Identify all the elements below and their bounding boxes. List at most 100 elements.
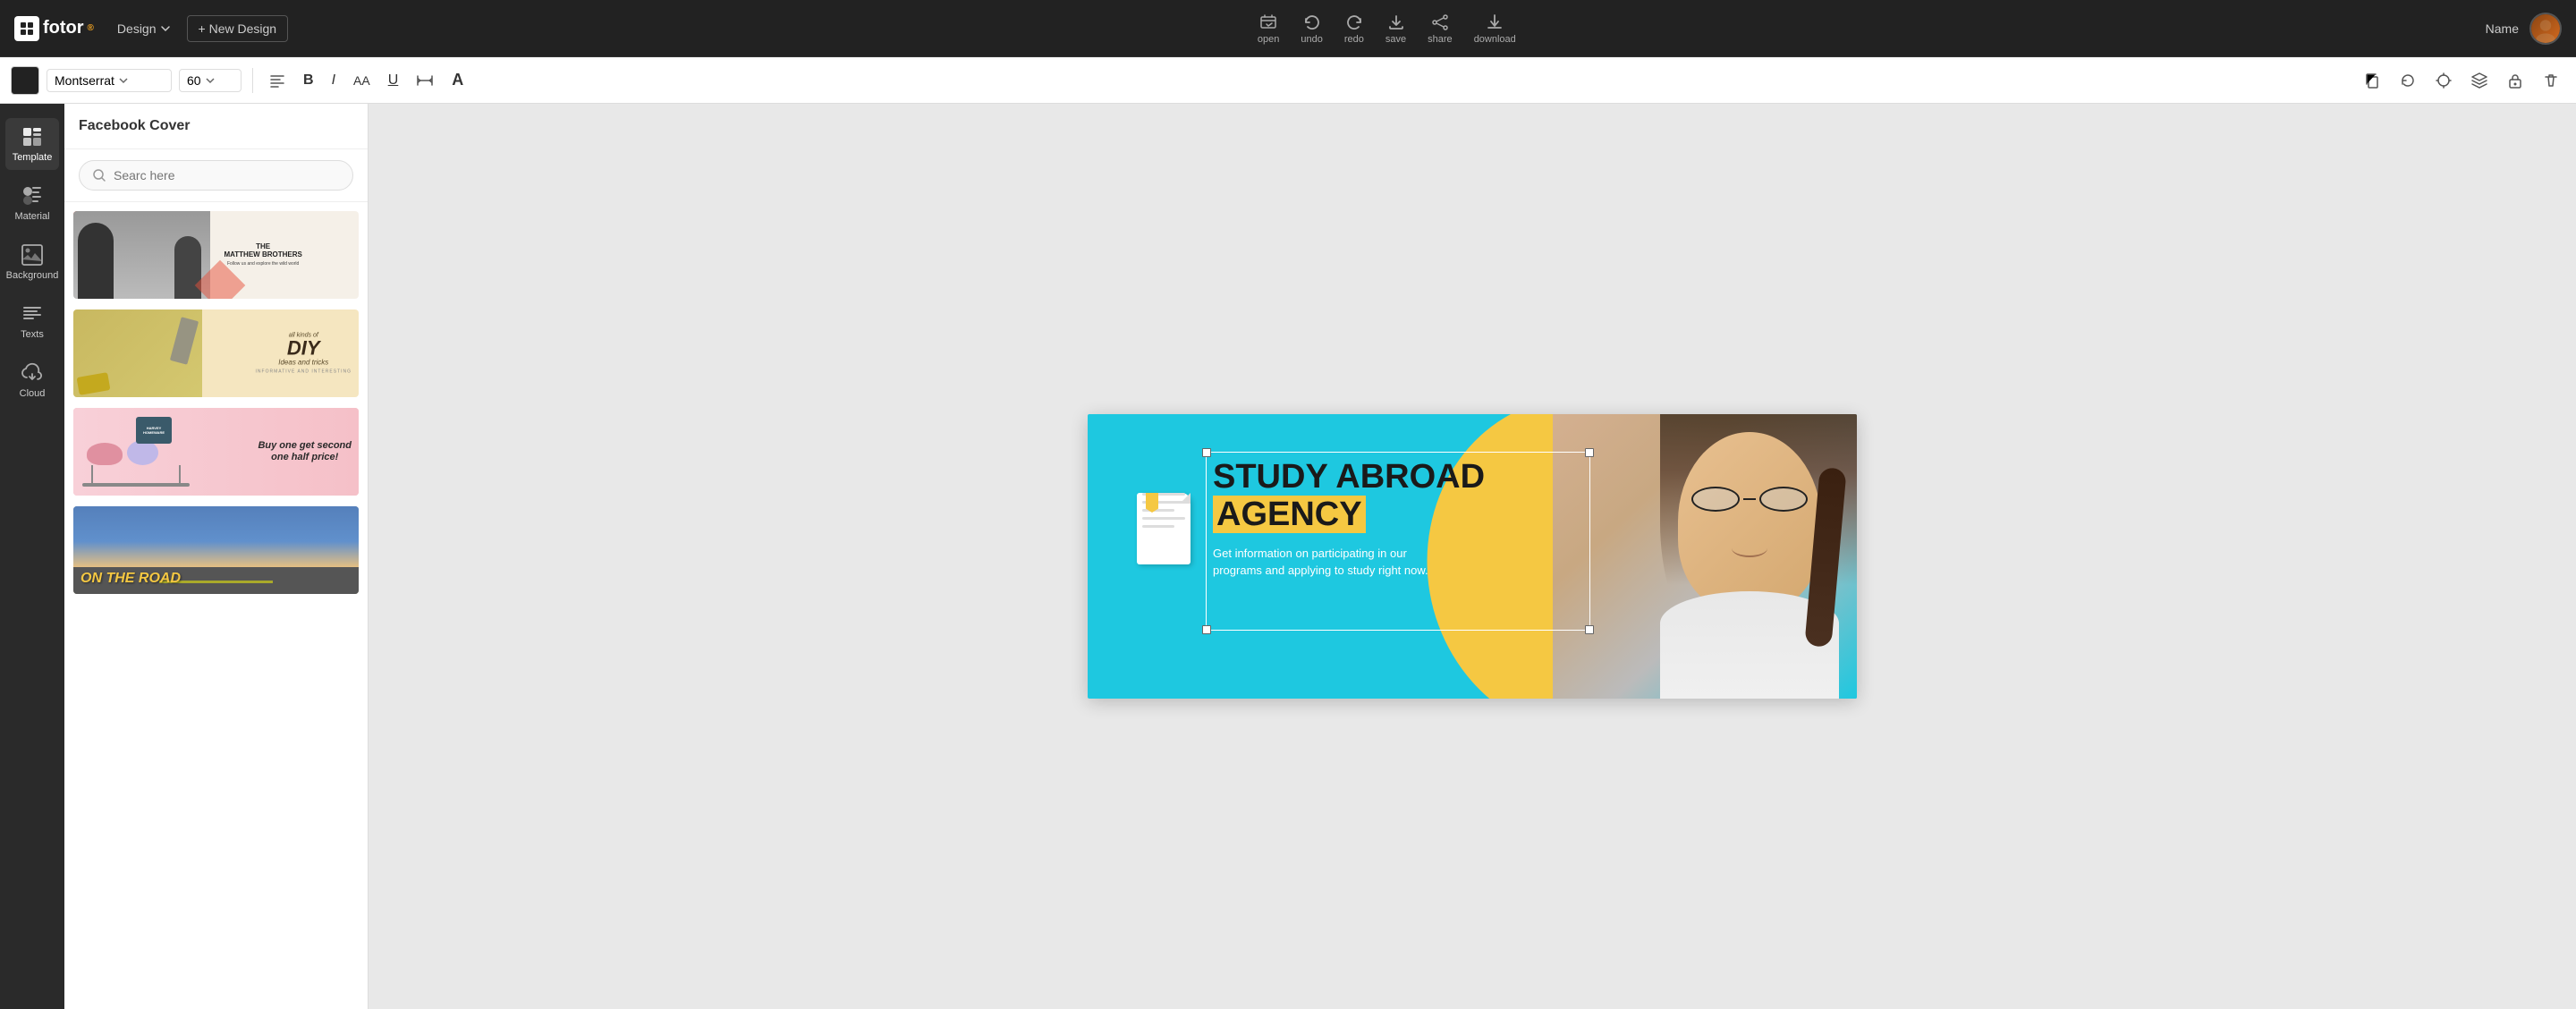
tpl2-note: INFORMATIVE AND INTERESTING (256, 369, 352, 375)
headline-line2: AGENCY (1213, 496, 1589, 534)
tpl3-line1: Buy one get second (258, 440, 352, 452)
design-menu-button[interactable]: Design (108, 16, 180, 41)
avatar-image (2531, 14, 2560, 43)
font-size-selector[interactable]: 60 (179, 69, 242, 92)
design-canvas[interactable]: STUDY ABROAD AGENCY Get information on p… (1088, 414, 1857, 699)
tpl3-brand: HARVEY HOMEWARE (136, 424, 172, 437)
underline-button[interactable]: U (383, 69, 404, 92)
crop-icon (2435, 72, 2453, 89)
italic-button[interactable]: I (326, 69, 341, 92)
texts-icon (21, 302, 44, 326)
bold-button[interactable]: B (298, 69, 319, 92)
sidebar-item-template[interactable]: Template (5, 118, 59, 170)
font-name: Montserrat (55, 73, 114, 88)
tpl4-text: ON THE ROAD (80, 571, 181, 586)
template-card-buyone[interactable]: HARVEY HOMEWARE Buy one get second one h… (72, 406, 360, 497)
chevron-down-icon (160, 23, 171, 34)
font-dropdown-icon (118, 75, 129, 86)
share-label: share (1428, 34, 1453, 45)
delete-button[interactable] (2537, 66, 2565, 95)
trash-icon (2542, 72, 2560, 89)
bold-label: B (303, 72, 314, 89)
redo-icon (1344, 13, 1364, 32)
text-size-icon: AA (353, 73, 370, 88)
font-family-selector[interactable]: Montserrat (47, 69, 172, 92)
sidebar-item-background[interactable]: Background (5, 236, 59, 288)
copy-button[interactable] (2358, 66, 2386, 95)
user-name: Name (2486, 21, 2519, 36)
background-label: Background (6, 270, 59, 281)
copy-icon (2363, 72, 2381, 89)
save-label: save (1385, 34, 1406, 45)
redo-button[interactable]: redo (1344, 13, 1364, 45)
templates-list: THE MATTHEW BROTHERS Follow us and explo… (64, 202, 368, 1009)
undo-icon (1302, 13, 1322, 32)
template-card-matthew[interactable]: THE MATTHEW BROTHERS Follow us and explo… (72, 209, 360, 301)
sidebar-item-cloud[interactable]: Cloud (5, 354, 59, 406)
open-button[interactable]: open (1258, 13, 1279, 45)
letter-spacing-icon (416, 72, 434, 89)
left-panel: Facebook Cover (64, 104, 369, 1009)
logo-icon (14, 16, 39, 41)
canvas-document-icon (1137, 468, 1199, 544)
italic-label: I (332, 72, 335, 89)
template-icon (21, 125, 44, 148)
toolbar-right: Name (2486, 13, 2562, 45)
canvas-text-block[interactable]: STUDY ABROAD AGENCY Get information on p… (1213, 459, 1589, 580)
tpl1-line2: MATTHEW BROTHERS (182, 251, 344, 259)
headline-line1: STUDY ABROAD (1213, 459, 1589, 496)
open-label: open (1258, 34, 1279, 45)
avatar[interactable] (2529, 13, 2562, 45)
sidebar-item-texts[interactable]: Texts (5, 295, 59, 347)
logo-superscript: ® (88, 23, 94, 33)
letter-spacing-button[interactable] (411, 69, 439, 92)
template-card-diy[interactable]: all kinds of DIY Ideas and tricks INFORM… (72, 308, 360, 399)
save-button[interactable]: save (1385, 13, 1406, 45)
template-card-ontheroad[interactable]: ON THE ROAD (72, 504, 360, 596)
open-icon (1258, 13, 1278, 32)
font-size-dropdown-icon (205, 75, 216, 86)
align-button[interactable] (264, 69, 291, 92)
underline-label: U (388, 72, 399, 89)
text-color-swatch[interactable] (11, 66, 39, 95)
crop-button[interactable] (2429, 66, 2458, 95)
background-icon (21, 243, 44, 267)
cloud-label: Cloud (20, 388, 46, 399)
search-bar (64, 149, 368, 202)
layers-button[interactable] (2465, 66, 2494, 95)
material-label: Material (14, 211, 49, 222)
panel-title: Facebook Cover (64, 104, 368, 149)
tpl2-suffix: Ideas and tricks (256, 359, 352, 367)
undo-button[interactable]: undo (1301, 13, 1322, 45)
search-input[interactable] (114, 168, 340, 182)
toolbar-right-actions (2358, 66, 2565, 95)
refresh-button[interactable] (2394, 66, 2422, 95)
share-icon (1430, 13, 1450, 32)
undo-label: undo (1301, 34, 1322, 45)
tpl2-main: DIY (256, 339, 352, 359)
share-button[interactable]: share (1428, 13, 1453, 45)
lock-button[interactable] (2501, 66, 2529, 95)
layers-icon (2470, 72, 2488, 89)
template-label: Template (13, 152, 53, 163)
design-label: Design (117, 21, 157, 36)
tpl1-sub: Follow us and explore the wild world (182, 261, 344, 267)
text-size-button[interactable]: AA (348, 70, 376, 91)
sidebar-item-material[interactable]: Material (5, 177, 59, 229)
font-style-button[interactable]: A (446, 67, 469, 93)
download-button[interactable]: download (1474, 13, 1516, 45)
save-icon (1386, 13, 1406, 32)
align-icon (269, 72, 285, 89)
top-toolbar: fotor® Design + New Design open undo (0, 0, 2576, 57)
texts-label: Texts (21, 329, 44, 340)
tpl3-line2: one half price! (258, 452, 352, 463)
search-wrapper (79, 160, 353, 191)
canvas-area: STUDY ABROAD AGENCY Get information on p… (369, 104, 2576, 1009)
main-content: Template Material Background Texts (0, 104, 2576, 1009)
new-design-button[interactable]: + New Design (187, 15, 289, 42)
material-icon (21, 184, 44, 208)
toolbar-center: open undo redo save (295, 13, 2479, 45)
refresh-icon (2399, 72, 2417, 89)
left-sidebar-icons: Template Material Background Texts (0, 104, 64, 1009)
logo: fotor® (14, 16, 94, 41)
